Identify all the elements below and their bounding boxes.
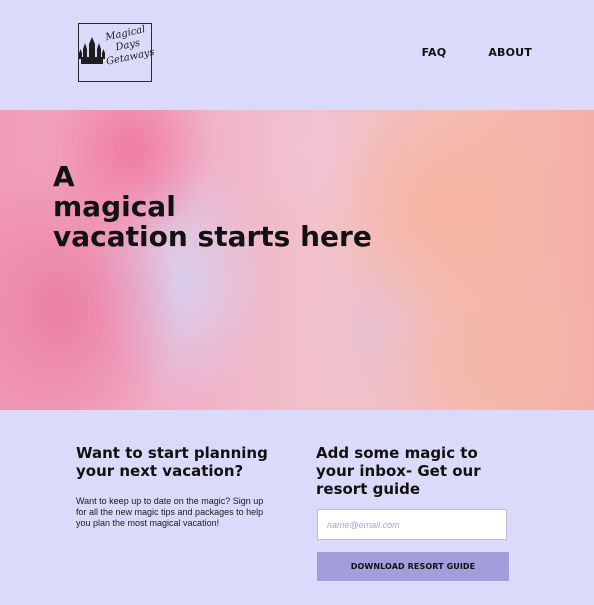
planning-text: Want to keep up to date on the magic? Si… xyxy=(76,496,264,528)
newsletter-section: Add some magic to your inbox- Get our re… xyxy=(316,444,516,498)
planning-section: Want to start planning your next vacatio… xyxy=(76,444,276,529)
main-nav: FAQ ABOUT xyxy=(422,46,532,59)
site-logo[interactable]: Magical Days Getaways xyxy=(78,23,156,82)
nav-about-link[interactable]: ABOUT xyxy=(488,46,532,59)
newsletter-heading: Add some magic to your inbox- Get our re… xyxy=(316,444,481,498)
hero-title-line: vacation starts here xyxy=(53,220,372,253)
planning-heading: Want to start planning your next vacatio… xyxy=(76,444,268,480)
nav-faq-link[interactable]: FAQ xyxy=(422,46,447,59)
hero-title-line: magical xyxy=(53,190,176,223)
site-header: Magical Days Getaways FAQ ABOUT xyxy=(0,0,594,110)
download-resort-guide-button[interactable]: DOWNLOAD RESORT GUIDE xyxy=(317,552,509,581)
hero-title: A magical vacation starts here xyxy=(53,162,372,252)
email-field[interactable] xyxy=(317,509,507,540)
hero-title-line: A xyxy=(53,160,75,193)
hero-banner: A magical vacation starts here xyxy=(0,110,594,410)
hero-background-image xyxy=(0,110,594,410)
